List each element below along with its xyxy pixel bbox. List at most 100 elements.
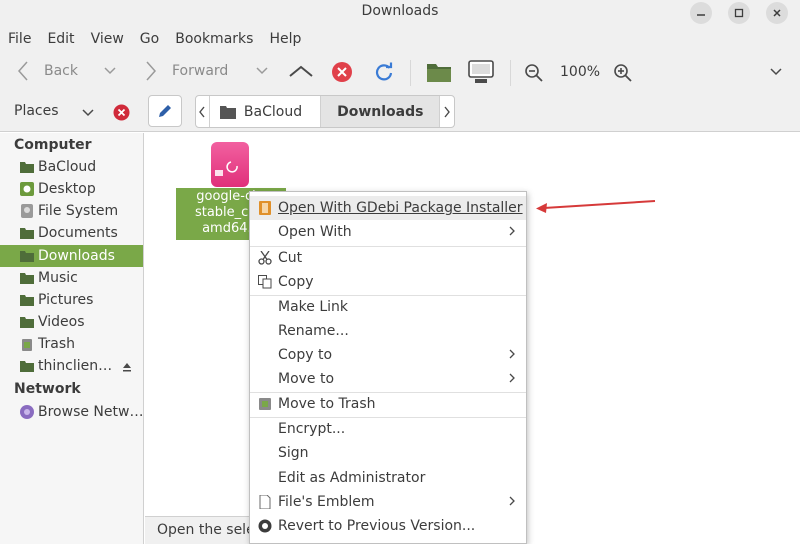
zoom-out-icon: [525, 64, 543, 82]
menu-item-files-emblem[interactable]: File's Emblem: [250, 490, 526, 514]
menu-item-label: Move to: [278, 371, 335, 387]
close-icon: [773, 9, 781, 17]
menu-item-rename[interactable]: Rename...: [250, 319, 526, 343]
chevron-down-icon: [104, 67, 116, 75]
home-folder-button[interactable]: [426, 60, 452, 84]
menu-item-label: Open With: [278, 224, 352, 240]
menu-item-label: Make Link: [278, 299, 348, 315]
sidebar-item-label: Pictures: [38, 292, 94, 308]
sidebar: Computer BaCloud Desktop File System Doc…: [0, 133, 144, 544]
sidebar-item-videos[interactable]: Videos: [0, 311, 143, 333]
chevron-up-icon: [289, 65, 313, 77]
zoom-out-button[interactable]: [524, 63, 544, 83]
menu-item-label: Copy: [278, 274, 314, 290]
chevron-right-icon: [509, 496, 515, 506]
menu-item-move-to-trash[interactable]: Move to Trash: [250, 392, 526, 416]
menu-item-label: Cut: [278, 250, 303, 266]
chevron-left-icon: [199, 106, 205, 117]
sidebar-item-label: Music: [38, 270, 78, 286]
sidebar-heading-computer: Computer: [14, 137, 92, 153]
emblem-icon: [259, 495, 271, 509]
menu-item-copy-to[interactable]: Copy to: [250, 343, 526, 367]
sidebar-item-bacloud[interactable]: BaCloud: [0, 156, 143, 178]
context-menu: Open With GDebi Package Installer Open W…: [249, 191, 527, 544]
menu-item-label: Move to Trash: [278, 396, 376, 412]
menu-item-open-with[interactable]: Open With: [250, 220, 526, 244]
sidebar-item-label: thinclien…: [38, 358, 113, 374]
menu-item-label: File's Emblem: [278, 494, 375, 510]
maximize-button[interactable]: [728, 2, 750, 24]
chevron-right-icon: [509, 349, 515, 359]
toolbar-overflow-button[interactable]: [770, 68, 782, 76]
reload-button[interactable]: [374, 62, 394, 82]
edit-location-button[interactable]: [148, 95, 182, 127]
folder-icon: [20, 317, 34, 328]
menu-item-copy[interactable]: Copy: [250, 270, 526, 294]
sidebar-item-browse-network[interactable]: Browse Netw…: [0, 401, 143, 423]
computer-button[interactable]: [467, 59, 495, 85]
stop-button[interactable]: [331, 61, 353, 83]
breadcrumb-right-button[interactable]: [440, 96, 454, 127]
menu-view[interactable]: View: [91, 31, 124, 47]
pencil-icon: [159, 105, 171, 117]
back-button[interactable]: Back: [16, 60, 116, 82]
menu-item-label: Sign: [278, 445, 309, 461]
chevron-right-icon: [146, 61, 157, 81]
close-sidebar-icon[interactable]: [113, 104, 130, 121]
menu-item-edit-as-administrator[interactable]: Edit as Administrator: [250, 466, 526, 490]
folder-icon: [20, 251, 34, 262]
close-button[interactable]: [766, 2, 788, 24]
chevron-right-icon: [444, 106, 451, 117]
zoom-in-button[interactable]: [613, 63, 633, 83]
revert-icon: [258, 519, 272, 533]
menu-item-cut[interactable]: Cut: [250, 246, 526, 270]
breadcrumb-label: BaCloud: [243, 103, 303, 120]
scissors-icon: [258, 251, 272, 265]
menu-item-label: Edit as Administrator: [278, 470, 426, 486]
forward-button[interactable]: Forward: [144, 60, 268, 82]
menu-item-open-with-gdebi[interactable]: Open With GDebi Package Installer: [250, 196, 526, 220]
places-selector[interactable]: Places: [14, 103, 59, 119]
menu-bookmarks[interactable]: Bookmarks: [175, 31, 253, 47]
menu-help[interactable]: Help: [269, 31, 301, 47]
chevron-left-icon: [17, 61, 28, 81]
menu-item-encrypt[interactable]: Encrypt...: [250, 417, 526, 441]
breadcrumb-bacloud[interactable]: BaCloud: [210, 96, 312, 127]
sidebar-item-documents[interactable]: Documents: [0, 222, 143, 244]
folder-icon: [20, 273, 34, 284]
menu-edit[interactable]: Edit: [47, 31, 74, 47]
sidebar-item-trash[interactable]: Trash: [0, 333, 143, 355]
deb-package-icon[interactable]: [211, 142, 249, 187]
copy-icon: [258, 275, 272, 289]
eject-icon[interactable]: [122, 362, 132, 372]
sidebar-item-desktop[interactable]: Desktop: [0, 178, 143, 200]
sidebar-item-music[interactable]: Music: [0, 267, 143, 289]
folder-icon: [427, 64, 451, 82]
menu-item-make-link[interactable]: Make Link: [250, 295, 526, 319]
sidebar-item-file-system[interactable]: File System: [0, 200, 143, 222]
chevron-down-icon: [256, 67, 268, 75]
breadcrumb-left-button[interactable]: [196, 96, 210, 127]
menu-item-label: Open With GDebi Package Installer: [278, 200, 523, 216]
zoom-level[interactable]: 100%: [560, 64, 600, 80]
stop-icon: [332, 62, 352, 82]
up-button[interactable]: [288, 64, 314, 78]
breadcrumb-downloads[interactable]: Downloads: [320, 96, 441, 127]
zoom-in-icon: [614, 64, 632, 82]
menu-item-revert[interactable]: Revert to Previous Version...: [250, 514, 526, 538]
sidebar-heading-network: Network: [14, 381, 81, 397]
chevron-down-icon[interactable]: [82, 109, 94, 117]
menu-file[interactable]: File: [8, 31, 31, 47]
minimize-button[interactable]: [690, 2, 712, 24]
menu-item-sign[interactable]: Sign: [250, 441, 526, 465]
sidebar-item-downloads[interactable]: Downloads: [0, 245, 143, 267]
menu-go[interactable]: Go: [140, 31, 159, 47]
trash-icon: [259, 398, 271, 410]
sidebar-item-pictures[interactable]: Pictures: [0, 289, 143, 311]
menu-item-label: Copy to: [278, 347, 333, 363]
trash-icon: [22, 339, 32, 351]
desktop-icon: [20, 182, 34, 196]
menu-item-move-to[interactable]: Move to: [250, 367, 526, 391]
minimize-icon: [697, 14, 705, 16]
menu-bar: File Edit View Go Bookmarks Help: [0, 26, 800, 52]
